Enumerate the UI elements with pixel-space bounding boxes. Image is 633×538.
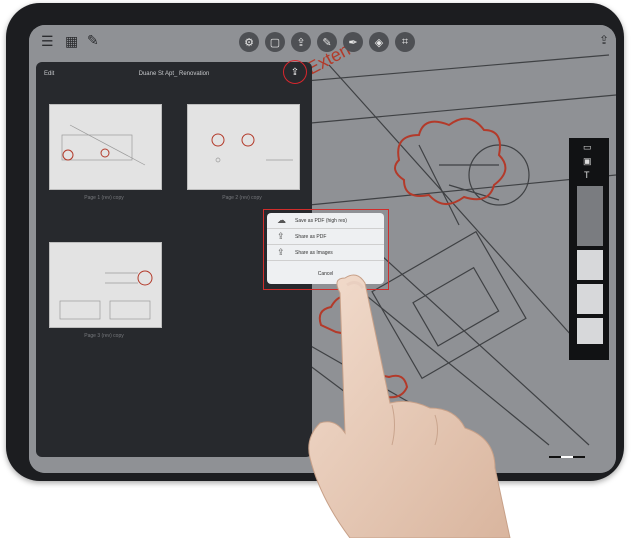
pointing-hand	[308, 274, 511, 538]
